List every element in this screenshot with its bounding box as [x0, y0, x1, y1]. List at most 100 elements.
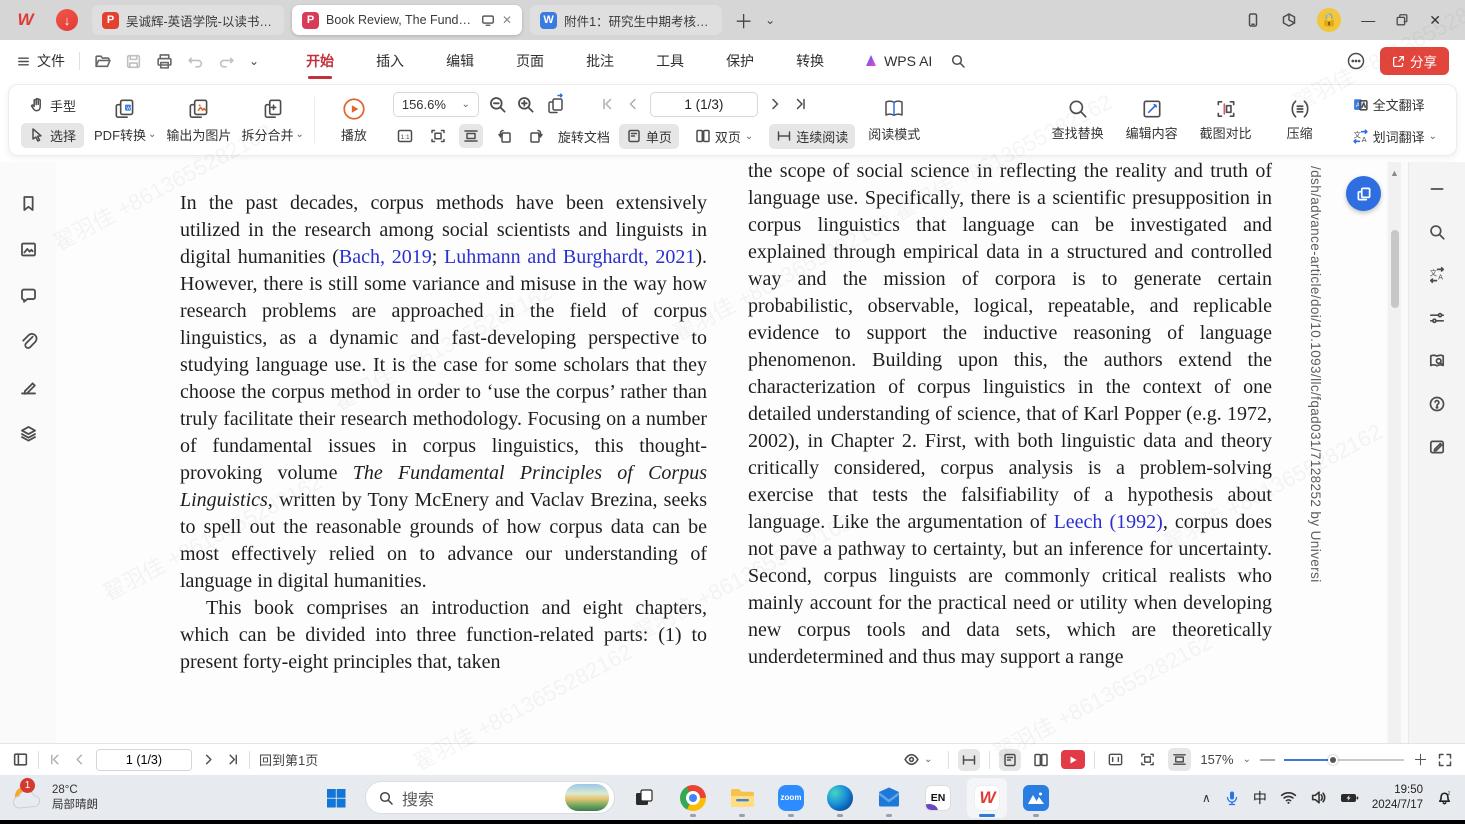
export-image-button[interactable]: 输出为图片 [166, 96, 231, 144]
prev-page-icon[interactable] [625, 96, 641, 112]
continuous-read-toggle[interactable] [958, 749, 980, 771]
close-tab-icon[interactable]: ✕ [502, 13, 512, 27]
next-page-icon[interactable] [767, 96, 783, 112]
read-mode-button[interactable]: 阅读模式 [865, 97, 923, 143]
signature-icon[interactable] [19, 378, 38, 397]
play-button[interactable]: 播放 [325, 96, 383, 144]
find-replace-button[interactable]: 查找替换 [1049, 98, 1107, 142]
tab-home[interactable]: 开始 [306, 40, 334, 82]
taskbar-search-box[interactable]: 搜索 [365, 781, 615, 814]
first-page-icon[interactable] [48, 752, 63, 767]
scrollbar-thumb[interactable] [1391, 230, 1399, 308]
zoom-slider-knob[interactable] [1328, 755, 1338, 765]
page-number-input[interactable] [650, 92, 758, 117]
pdf-page[interactable]: In the past decades, corpus methods have… [56, 162, 1386, 743]
undo-icon[interactable] [187, 53, 204, 70]
citation-link[interactable]: Bach, 2019 [339, 246, 432, 268]
last-page-icon[interactable] [225, 752, 240, 767]
ime-indicator[interactable]: 中 [1253, 788, 1267, 808]
fullscreen-icon[interactable] [1437, 752, 1453, 768]
wifi-icon[interactable] [1280, 789, 1297, 806]
feedback-edit-icon[interactable] [1428, 438, 1446, 456]
search-menu-icon[interactable] [950, 53, 966, 69]
tab-comment[interactable]: 批注 [586, 40, 614, 82]
edge-app-button[interactable] [820, 778, 860, 818]
translate-panel-icon[interactable]: 文A [1428, 266, 1446, 284]
attachments-icon[interactable] [19, 332, 38, 351]
user-avatar[interactable]: 🔒 [1317, 8, 1341, 32]
tab-tools[interactable]: 工具 [656, 40, 684, 82]
rotate-right-button[interactable] [525, 124, 549, 148]
tab-presentation[interactable]: P 吴诚辉-英语学院-以读书赋能未来发展 [92, 5, 284, 35]
prev-page-icon[interactable] [72, 752, 87, 767]
open-folder-icon[interactable] [94, 53, 111, 70]
mountain-app-button[interactable] [1016, 778, 1056, 818]
vertical-scrollbar[interactable]: ▲ [1388, 162, 1401, 743]
hidden-icons-chevron[interactable]: ∧ [1202, 791, 1211, 805]
help-icon[interactable] [1428, 395, 1446, 413]
chevron-down-icon[interactable]: ⌄ [1243, 754, 1251, 765]
single-page-button[interactable]: 单页 [619, 124, 679, 149]
search-highlight-image[interactable] [565, 784, 609, 811]
weather-widget[interactable]: 1 28°C 局部晴朗 [0, 782, 98, 814]
comments-icon[interactable] [19, 286, 38, 305]
search-panel-icon[interactable] [1428, 223, 1446, 241]
rotate-left-button[interactable] [492, 124, 516, 148]
restore-window-icon[interactable] [1395, 13, 1409, 27]
tab-convert[interactable]: 转换 [796, 40, 824, 82]
tab-protect[interactable]: 保护 [726, 40, 754, 82]
task-view-button[interactable] [624, 778, 664, 818]
clock-widget[interactable]: 19:50 2024/7/17 [1372, 783, 1423, 813]
volume-icon[interactable] [1310, 789, 1327, 806]
continuous-read-button[interactable]: 连续阅读 [769, 124, 855, 149]
thumbnails-icon[interactable] [19, 240, 38, 259]
compress-button[interactable]: 压缩 [1271, 98, 1329, 142]
fit-width-button[interactable] [459, 124, 483, 148]
double-page-button[interactable]: 双页 ⌄ [688, 124, 760, 149]
layers-icon[interactable] [19, 424, 38, 443]
split-merge-button[interactable]: 拆分合并⌄ [241, 96, 303, 144]
citation-link[interactable]: Leech (1992) [1054, 511, 1163, 533]
status-zoom-value[interactable]: 157% [1200, 752, 1233, 767]
new-tab-icon[interactable]: ＋ [730, 7, 757, 34]
bookmarks-icon[interactable] [19, 194, 38, 213]
fit-width-toggle[interactable] [1168, 748, 1191, 771]
word-translate-button[interactable]: 文A 划词翻译 ⌄ [1345, 124, 1444, 149]
wps-logo[interactable]: W [8, 6, 42, 34]
zoom-plus-button[interactable]: ＋ [1413, 749, 1428, 770]
save-icon[interactable] [125, 53, 142, 70]
close-window-icon[interactable]: ✕ [1429, 12, 1441, 29]
fit-page-toggle[interactable] [1136, 748, 1159, 771]
edit-content-button[interactable]: 编辑内容 [1123, 98, 1181, 142]
hand-tool-button[interactable]: 手型 [21, 93, 84, 118]
dictionary-icon[interactable] [1428, 352, 1446, 370]
notification-bell-icon[interactable]: z [1436, 789, 1453, 806]
status-page-input[interactable] [96, 749, 192, 771]
screenshot-compare-button[interactable]: 截图对比 [1197, 98, 1255, 142]
start-button[interactable] [316, 778, 356, 818]
citation-link[interactable]: Luhmann and Burghardt, 2021 [444, 246, 695, 268]
language-app-button[interactable]: EN [918, 778, 958, 818]
fit-page-button[interactable] [426, 124, 450, 148]
tab-wps-ai[interactable]: WPS AI [863, 53, 932, 69]
file-explorer-button[interactable] [722, 778, 762, 818]
single-page-toggle[interactable] [999, 749, 1021, 771]
scroll-up-arrow-icon[interactable]: ▲ [1390, 168, 1399, 178]
theme-skin-icon[interactable] [1281, 12, 1297, 28]
zoom-in-icon[interactable] [516, 95, 535, 114]
more-options-icon[interactable] [1346, 51, 1366, 71]
screen-share-icon[interactable] [481, 13, 495, 27]
redo-icon[interactable] [218, 53, 235, 70]
tab-pdf-active[interactable]: P Book Review, The Fundamen ✕ [292, 5, 522, 35]
battery-icon[interactable] [1340, 791, 1359, 805]
wps-app-button[interactable]: W [967, 778, 1007, 818]
double-page-toggle[interactable] [1030, 749, 1052, 771]
pdf-convert-button[interactable]: W PDF转换⌄ [94, 96, 156, 144]
zoom-slider[interactable] [1284, 759, 1404, 761]
settings-sliders-icon[interactable] [1428, 309, 1446, 327]
zoom-out-icon[interactable] [488, 95, 507, 114]
select-tool-button[interactable]: 选择 [21, 123, 84, 148]
view-options-button[interactable]: ⌄ [896, 748, 939, 771]
quick-access-chevron-icon[interactable]: ⌄ [249, 54, 259, 68]
tab-list-chevron-icon[interactable]: ⌄ [765, 13, 775, 27]
